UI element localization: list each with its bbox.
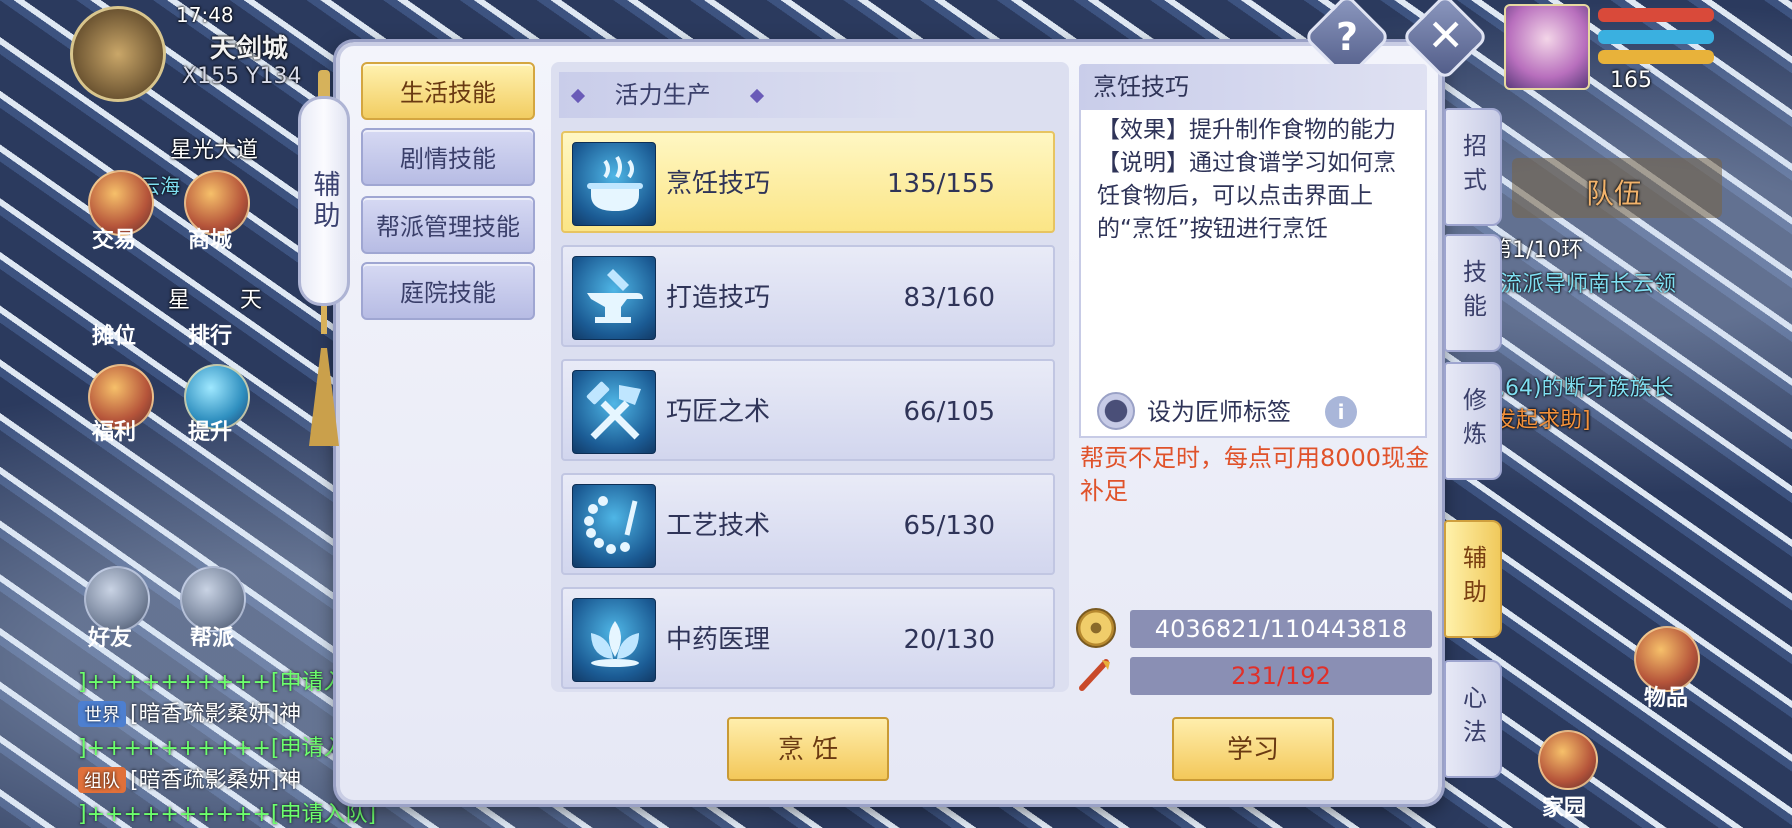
contribution-value: 231/192: [1130, 657, 1432, 695]
hud-text-xing: 星: [168, 288, 191, 313]
necklace-icon: [572, 484, 656, 568]
detail-title: 烹饪技巧: [1079, 64, 1427, 110]
event-line-1[interactable]: 2,64)的断牙族族长: [1484, 370, 1674, 402]
scroll-tab-label: 辅助: [298, 96, 350, 306]
help-icon: ?: [1335, 15, 1359, 59]
friends-label: 好友: [88, 626, 133, 651]
chat-tag-world: 世界: [78, 701, 126, 727]
skill-row-cooking[interactable]: 烹饪技巧 135/155: [561, 131, 1055, 233]
mp-bar: [1598, 30, 1714, 44]
category-guild-management-skills[interactable]: 帮派管理技能: [361, 196, 535, 254]
skill-name: 烹饪技巧: [666, 169, 771, 199]
skill-level: 83/160: [903, 283, 995, 313]
side-tab-assist[interactable]: 辅助: [1444, 520, 1502, 638]
city-name: 天剑城: [210, 34, 289, 64]
skill-name: 中药医理: [666, 625, 771, 655]
info-icon[interactable]: i: [1325, 396, 1357, 428]
team-label: 队伍: [1586, 177, 1643, 210]
contribution-icon: [1076, 654, 1116, 694]
hud-text-tian: 天: [240, 288, 263, 313]
skill-level: 20/130: [903, 625, 995, 655]
stall-label[interactable]: 摊位: [92, 318, 136, 350]
chat-line: ]++++++++++[申请入: [78, 736, 346, 761]
minimap-icon[interactable]: [70, 6, 166, 102]
craftsman-tag-radio[interactable]: [1097, 392, 1135, 430]
skill-row-medicine[interactable]: 中药医理 20/130: [561, 587, 1055, 689]
detail-effect: 【效果】提升制作食物的能力: [1097, 117, 1396, 143]
skill-name: 打造技巧: [666, 283, 771, 313]
chat-tag-team: 组队: [78, 767, 126, 793]
side-tab-skills[interactable]: 技能: [1444, 234, 1502, 352]
list-header: 活力生产: [559, 72, 923, 118]
welfare-label: 福利: [92, 420, 137, 445]
money-value: 4036821/110443818: [1130, 610, 1432, 648]
status-time: 17:48: [176, 3, 234, 27]
home-label: 家园: [1542, 796, 1587, 821]
hp-bar: [1598, 8, 1714, 22]
skill-level: 66/105: [903, 397, 995, 427]
close-icon: ✕: [1427, 10, 1465, 62]
cook-button[interactable]: 烹 饪: [727, 717, 889, 781]
category-story-skills[interactable]: 剧情技能: [361, 128, 535, 186]
side-tab-mind-method[interactable]: 心法: [1444, 660, 1502, 778]
detail-description: 【说明】通过食谱学习如何烹饪食物后，可以点击界面上的“烹饪”按钮进行烹饪: [1097, 150, 1396, 242]
event-line-2[interactable]: 发起求助]: [1494, 402, 1591, 434]
category-courtyard-skills[interactable]: 庭院技能: [361, 262, 535, 320]
hammer-axe-icon: [572, 370, 656, 454]
player-level: 165: [1610, 68, 1652, 93]
diamond-icon: [750, 88, 765, 104]
guild-label: 帮派: [190, 626, 235, 651]
player-avatar[interactable]: [1504, 4, 1590, 90]
skill-row-craftsmanship[interactable]: 巧匠之术 66/105: [561, 359, 1055, 461]
player-coords: X155 Y134: [182, 64, 302, 89]
ranking-label[interactable]: 排行: [188, 318, 232, 350]
side-tab-cultivation[interactable]: 修炼: [1444, 362, 1502, 480]
skill-name: 工艺技术: [666, 511, 771, 541]
quest-line-1[interactable]: 第1/10环: [1490, 232, 1583, 264]
skill-row-forging[interactable]: 打造技巧 83/160: [561, 245, 1055, 347]
warning-text: 帮贡不足时，每点可用8000现金补足: [1080, 444, 1430, 505]
trade-label: 交易: [92, 228, 137, 253]
chat-line: 组队 [暗香疏影桑妍]神: [78, 762, 301, 794]
anvil-icon: [572, 256, 656, 340]
learn-button[interactable]: 学习: [1172, 717, 1334, 781]
detail-text: 【效果】提升制作食物的能力 【说明】通过食谱学习如何烹饪食物后，可以点击界面上的…: [1097, 114, 1417, 246]
shop-label: 商城: [188, 228, 233, 253]
home-icon[interactable]: [1538, 730, 1598, 790]
chat-line: ]++++++++++[申请入队]: [78, 802, 377, 827]
skill-row-technique[interactable]: 工艺技术 65/130: [561, 473, 1055, 575]
list-header-title: 活力生产: [614, 81, 711, 109]
category-life-skills[interactable]: 生活技能: [361, 62, 535, 120]
craftsman-tag-label: 设为匠师标签: [1147, 398, 1291, 426]
upgrade-label: 提升: [188, 420, 233, 445]
skill-level: 135/155: [886, 169, 995, 199]
chat-line: 世界 [暗香疏影桑妍]神: [78, 696, 301, 728]
sp-bar: [1598, 50, 1714, 64]
chat-line: ]++++++++++[申请入: [78, 670, 346, 695]
coin-icon: [1076, 608, 1116, 648]
side-tab-moves[interactable]: 招式: [1444, 108, 1502, 226]
lotus-icon: [572, 598, 656, 682]
detail-box: 【效果】提升制作食物的能力 【说明】通过食谱学习如何烹饪食物后，可以点击界面上的…: [1079, 110, 1427, 438]
quest-line-2[interactable]: 流派导师南长云领: [1500, 266, 1676, 298]
hud-text-xingguang: 星光大道: [170, 138, 259, 163]
skill-name: 巧匠之术: [666, 397, 771, 427]
skill-level: 65/130: [903, 511, 995, 541]
items-label: 物品: [1644, 686, 1689, 711]
diamond-icon: [570, 88, 586, 104]
cooking-pot-icon: [572, 142, 656, 226]
